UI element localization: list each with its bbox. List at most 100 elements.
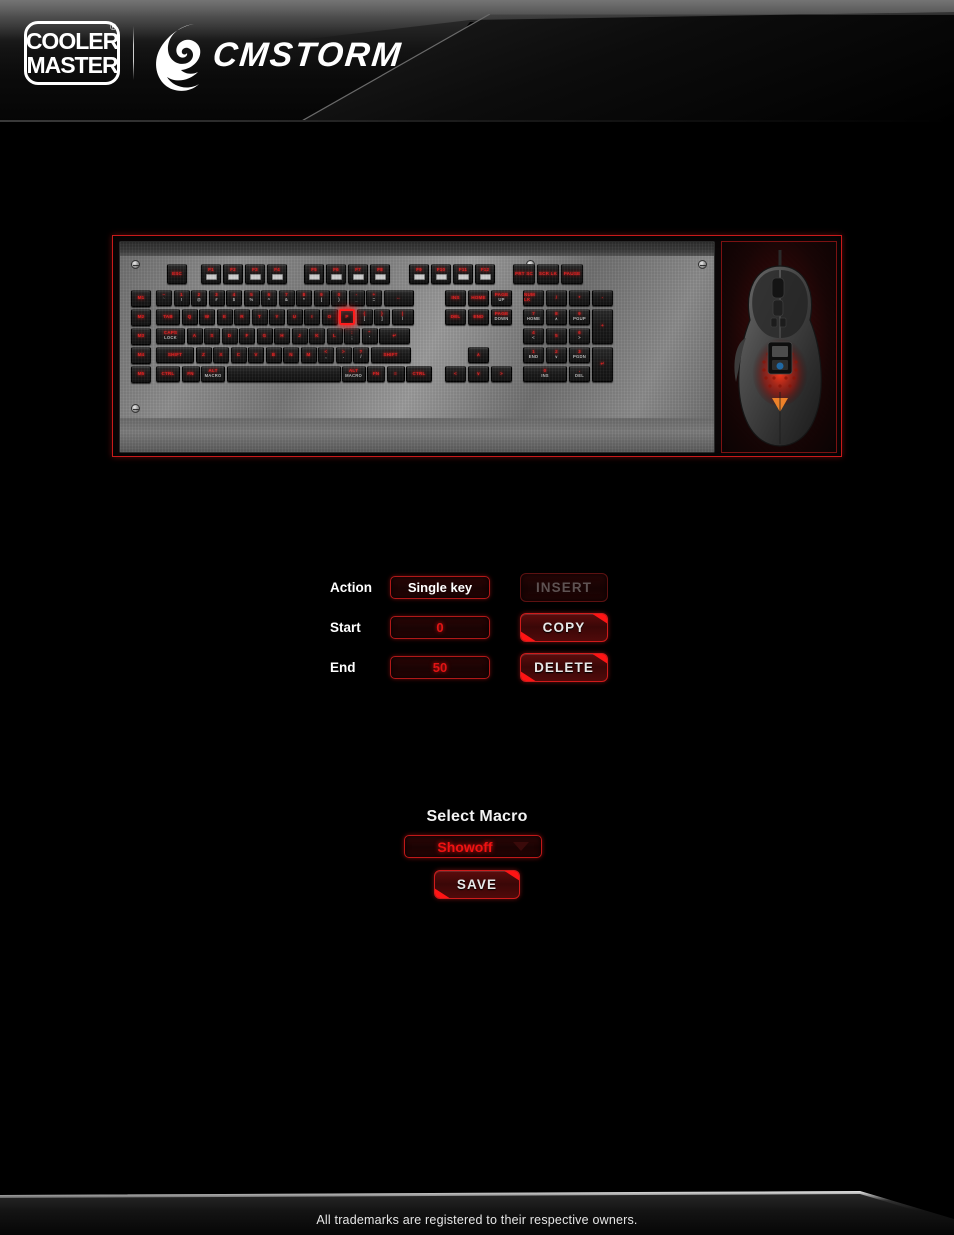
- start-field[interactable]: 0: [390, 616, 490, 639]
- key-F1[interactable]: F1: [201, 264, 221, 284]
- key-bracket-left[interactable]: {[: [356, 309, 373, 325]
- key-Q[interactable]: Q: [181, 309, 198, 325]
- key-W[interactable]: W: [199, 309, 215, 325]
- key-N[interactable]: N: [283, 347, 299, 363]
- key-numpad-divide[interactable]: /: [546, 290, 567, 306]
- key-numpad-minus[interactable]: -: [592, 290, 613, 306]
- key-num-7[interactable]: 7 &: [278, 290, 295, 306]
- key-V[interactable]: V: [248, 347, 264, 363]
- key-quote[interactable]: " ': [361, 328, 378, 344]
- key-A[interactable]: A: [186, 328, 203, 344]
- key-X[interactable]: X: [213, 347, 229, 363]
- key-DEL[interactable]: DEL: [445, 309, 466, 325]
- save-button[interactable]: SAVE: [434, 870, 520, 899]
- key-F5[interactable]: F5: [304, 264, 324, 284]
- key-PAUSE[interactable]: PAUSE: [561, 264, 583, 284]
- key-SPACE[interactable]: [226, 366, 341, 382]
- key-CTRL-left[interactable]: CTRL: [156, 366, 180, 382]
- key-D[interactable]: D: [221, 328, 238, 344]
- key-K[interactable]: K: [309, 328, 325, 344]
- key-U[interactable]: U: [286, 309, 303, 325]
- key-SHIFT-left[interactable]: SHIFT: [156, 347, 194, 363]
- key-F[interactable]: F: [239, 328, 255, 344]
- key-B[interactable]: B: [265, 347, 282, 363]
- key-numpad-plus[interactable]: +: [592, 309, 613, 344]
- key-numpad-4[interactable]: 4 <: [523, 328, 544, 344]
- key-F12[interactable]: F12: [475, 264, 495, 284]
- key-S[interactable]: S: [204, 328, 220, 344]
- key-F10[interactable]: F10: [431, 264, 451, 284]
- key-comma[interactable]: <,: [318, 347, 334, 363]
- key-E[interactable]: E: [216, 309, 233, 325]
- key-F4[interactable]: F4: [267, 264, 287, 284]
- key-numpad-enter[interactable]: ↵: [592, 347, 613, 382]
- macro-dropdown[interactable]: Showoff: [404, 835, 542, 858]
- key-num-11[interactable]: - _: [348, 290, 365, 306]
- key-F3[interactable]: F3: [245, 264, 265, 284]
- key-Z[interactable]: Z: [195, 347, 212, 363]
- key-numpad-2[interactable]: 2 ∨: [546, 347, 567, 363]
- key-numpad-8[interactable]: 8 ∧: [546, 309, 567, 325]
- key-F11[interactable]: F11: [453, 264, 473, 284]
- action-field[interactable]: Single key: [390, 576, 490, 599]
- key-M2[interactable]: M2: [131, 309, 151, 326]
- key-M[interactable]: M: [300, 347, 317, 363]
- key-MENU[interactable]: ≡: [386, 366, 405, 382]
- key-ENTER[interactable]: ↵: [379, 328, 410, 344]
- key-O[interactable]: O: [321, 309, 338, 325]
- key-ALT-left[interactable]: ALT MACRO: [201, 366, 225, 382]
- key-TAB[interactable]: TAB: [156, 309, 180, 325]
- key-T[interactable]: T: [251, 309, 268, 325]
- key-numpad-0[interactable]: 0 INS: [523, 366, 567, 382]
- key-numpad-7[interactable]: 7 HOME: [523, 309, 544, 325]
- key-numpad-5[interactable]: 5: [546, 328, 567, 344]
- key-slash[interactable]: ? /: [353, 347, 369, 363]
- key-PAGEUP[interactable]: PAGE UP: [491, 290, 512, 306]
- key-num-5[interactable]: 5%: [243, 290, 260, 306]
- key-numpad-6[interactable]: 6 >: [569, 328, 590, 344]
- key-H[interactable]: H: [274, 328, 290, 344]
- key-HOME[interactable]: HOME: [468, 290, 489, 306]
- key-F6[interactable]: F6: [326, 264, 346, 284]
- keyboard-preview-panel[interactable]: ESC F1 F2 F3 F4 F5 F6 F7 F8 F9 F10 F11 F12 PRT SC SCR …: [112, 235, 842, 457]
- key-num-9[interactable]: 9(: [313, 290, 330, 306]
- key-ARROW-DOWN[interactable]: ∨: [468, 366, 489, 382]
- key-M5[interactable]: M5: [131, 366, 151, 383]
- key-numpad-3[interactable]: 3 PGDN: [569, 347, 590, 363]
- key-ESC[interactable]: ESC: [167, 264, 187, 284]
- key-J[interactable]: J: [291, 328, 308, 344]
- key-FN-right[interactable]: FN: [367, 366, 385, 382]
- key-F2[interactable]: F2: [223, 264, 243, 284]
- key-F8[interactable]: F8: [370, 264, 390, 284]
- delete-button[interactable]: DELETE: [520, 653, 608, 682]
- key-CAPSLOCK[interactable]: CAPS LOCK: [156, 328, 185, 344]
- key-num-12[interactable]: + =: [366, 290, 382, 306]
- key-num-10[interactable]: 0): [331, 290, 347, 306]
- key-PAGEDOWN[interactable]: PAGE DOWN: [491, 309, 512, 325]
- key-num-8[interactable]: 8 *: [296, 290, 312, 306]
- copy-button[interactable]: COPY: [520, 613, 608, 642]
- key-numpad-decimal[interactable]: . DEL: [569, 366, 590, 382]
- key-INS[interactable]: INS: [445, 290, 466, 306]
- key-BACKSPACE[interactable]: ←: [383, 290, 414, 306]
- key-num-6[interactable]: 6 ^: [261, 290, 277, 306]
- key-END[interactable]: END: [468, 309, 489, 325]
- key-M3[interactable]: M3: [131, 328, 151, 345]
- key-F7[interactable]: F7: [348, 264, 368, 284]
- key-R[interactable]: R: [234, 309, 250, 325]
- key-ARROW-RIGHT[interactable]: >: [491, 366, 512, 382]
- end-field[interactable]: 50: [390, 656, 490, 679]
- key-CTRL-right[interactable]: CTRL: [406, 366, 432, 382]
- key-num-2[interactable]: 2 @: [191, 290, 207, 306]
- key-num-4[interactable]: 4 $: [226, 290, 242, 306]
- key-num-0[interactable]: ~ `: [156, 290, 172, 306]
- key-numpad-multiply[interactable]: *: [569, 290, 590, 306]
- key-num-1[interactable]: 1!: [173, 290, 190, 306]
- key-F9[interactable]: F9: [409, 264, 429, 284]
- key-ALT-right[interactable]: ALT MACRO: [341, 366, 366, 382]
- key-SCR-LK[interactable]: SCR LK: [537, 264, 559, 284]
- insert-button[interactable]: INSERT: [520, 573, 608, 602]
- key-I[interactable]: I: [304, 309, 320, 325]
- key-period[interactable]: >.: [335, 347, 352, 363]
- key-M4[interactable]: M4: [131, 347, 151, 364]
